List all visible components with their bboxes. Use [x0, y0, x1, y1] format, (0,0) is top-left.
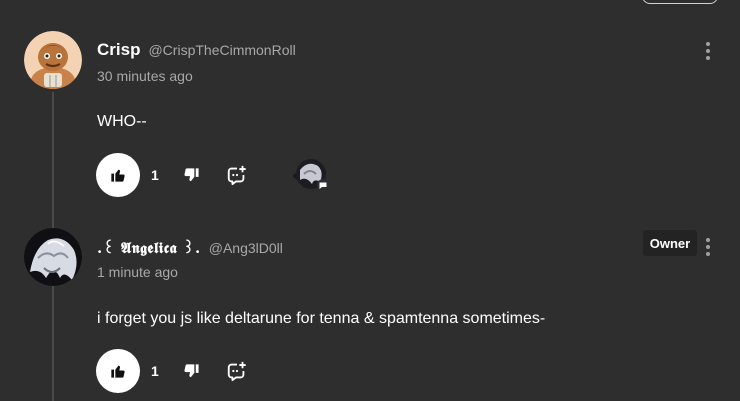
dislike-button[interactable]	[179, 359, 203, 383]
reply-avatar-image	[292, 159, 329, 191]
thumbs-down-icon	[183, 167, 199, 181]
comment-text: WHO--	[97, 113, 147, 130]
more-vertical-icon	[706, 238, 710, 242]
like-count: 1	[151, 167, 159, 183]
reply-button[interactable]	[225, 163, 249, 187]
like-button[interactable]	[96, 153, 140, 197]
author-name[interactable]: .꒰ 𝕬𝖓𝖌𝖊𝖑𝖎𝖈𝖆 ꒱.	[97, 237, 201, 257]
avatar-angelica-image	[24, 228, 82, 286]
more-options-button[interactable]	[700, 40, 716, 62]
author-row: .꒰ 𝕬𝖓𝖌𝖊𝖑𝖎𝖈𝖆 ꒱. @Ang3lD0ll	[97, 237, 283, 257]
avatar-crisp-image	[24, 31, 82, 89]
owner-badge: Owner	[643, 230, 697, 256]
more-vertical-icon	[706, 42, 710, 46]
like-button[interactable]	[96, 349, 140, 393]
comment-text: i forget you js like deltarune for tenna…	[97, 310, 546, 327]
add-reply-icon	[227, 361, 246, 382]
comment-timestamp[interactable]: 1 minute ago	[97, 264, 178, 280]
thumbs-up-icon	[111, 365, 125, 378]
more-options-button[interactable]	[700, 236, 716, 258]
dislike-button[interactable]	[179, 163, 203, 187]
like-count: 1	[151, 363, 159, 379]
author-handle[interactable]: @CrispTheCimmonRoll	[148, 42, 295, 58]
thumbs-up-icon	[111, 169, 125, 182]
comment-timestamp[interactable]: 30 minutes ago	[97, 68, 193, 84]
thumbs-down-icon	[183, 363, 199, 377]
add-reply-icon	[227, 165, 246, 186]
author-row: Crisp @CrispTheCimmonRoll	[97, 40, 296, 60]
comment-actions: 1	[96, 153, 249, 197]
avatar[interactable]	[24, 228, 82, 286]
comment-actions: 1	[96, 349, 249, 393]
author-name[interactable]: Crisp	[97, 40, 140, 60]
reply-preview[interactable]	[290, 158, 329, 192]
reply-button[interactable]	[225, 359, 249, 383]
top-outline-button[interactable]	[642, 0, 718, 4]
avatar[interactable]	[24, 31, 82, 89]
author-handle[interactable]: @Ang3lD0ll	[209, 240, 283, 256]
